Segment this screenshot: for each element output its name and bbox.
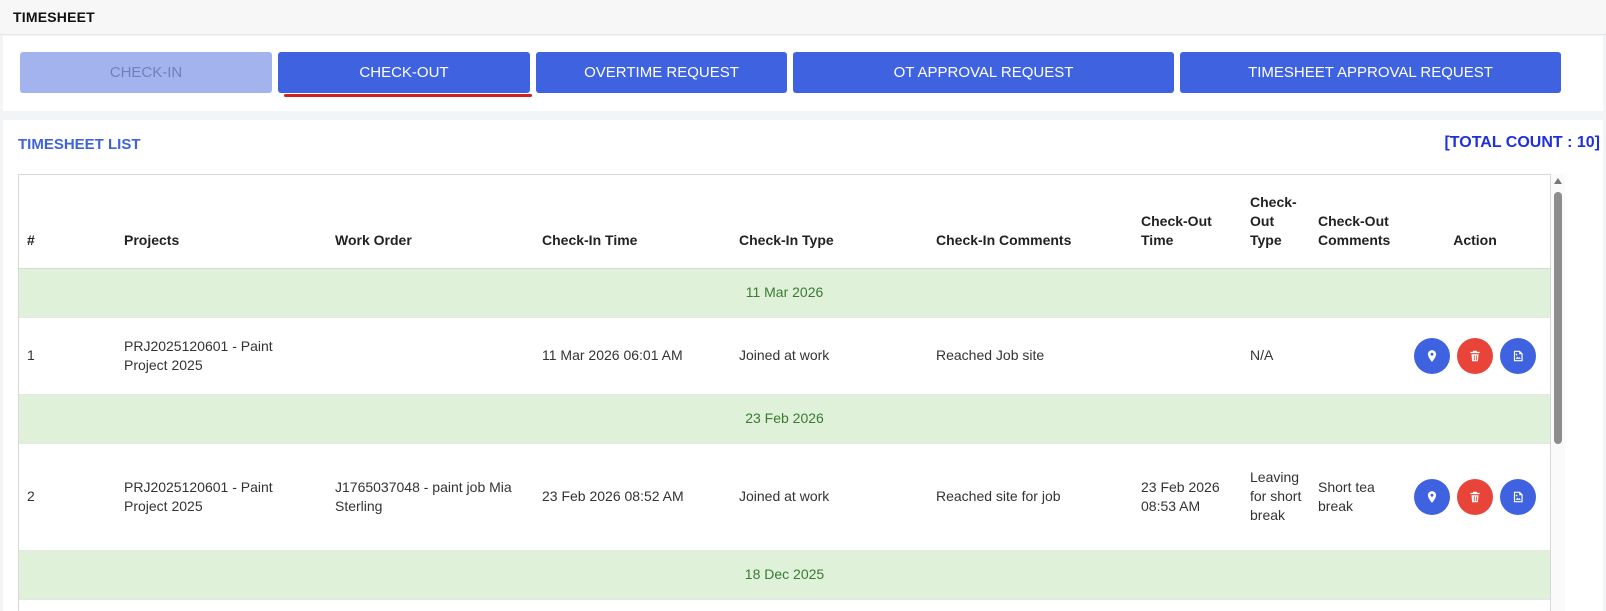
column-header-work-order: Work Order xyxy=(327,175,534,269)
column-header-action: Action xyxy=(1400,175,1550,269)
timesheet-table-container[interactable]: # Projects Work Order Check-In Time Chec… xyxy=(18,174,1551,611)
column-header-num: # xyxy=(19,175,116,269)
table-row[interactable]: 2 PRJ2025120601 - Paint Project 2025 J17… xyxy=(19,443,1550,551)
column-header-check-out-comments: Check-Out Comments xyxy=(1310,175,1400,269)
date-group-label: 11 Mar 2026 xyxy=(19,268,1550,318)
scroll-up-arrow-icon[interactable] xyxy=(1554,178,1562,184)
cell-project: PRJ2025120601 - Paint Project 2025 xyxy=(116,443,327,551)
page-header: TIMESHEET xyxy=(0,0,1606,35)
cell-num: 1 xyxy=(19,317,116,395)
delete-button[interactable] xyxy=(1457,337,1493,374)
timesheet-list-panel: TIMESHEET LIST [TOTAL COUNT : 10] # Proj… xyxy=(3,120,1603,611)
date-group-row: 11 Mar 2026 xyxy=(19,268,1550,318)
location-button[interactable] xyxy=(1414,337,1450,374)
cell-work-order xyxy=(327,317,534,395)
table-scrollbar[interactable] xyxy=(1551,174,1565,611)
image-button[interactable] xyxy=(1500,337,1536,374)
column-header-projects: Projects xyxy=(116,175,327,269)
action-button-panel: CHECK-IN CHECK-OUT OVERTIME REQUEST OT A… xyxy=(3,36,1603,111)
overtime-request-button[interactable]: OVERTIME REQUEST xyxy=(536,52,787,93)
column-header-check-in-comments: Check-In Comments xyxy=(928,175,1133,269)
cell-check-out-time xyxy=(1133,317,1242,395)
cell-check-out-type: N/A xyxy=(1242,317,1310,395)
column-header-check-out-time: Check-Out Time xyxy=(1133,175,1242,269)
total-count-badge: [TOTAL COUNT : 10] xyxy=(1444,134,1600,151)
cell-actions xyxy=(1400,317,1550,395)
location-button[interactable] xyxy=(1414,478,1450,515)
cell-actions xyxy=(1400,443,1550,551)
date-group-label: 18 Dec 2025 xyxy=(19,550,1550,600)
trash-icon xyxy=(1470,491,1480,502)
check-in-button[interactable]: CHECK-IN xyxy=(20,52,272,93)
column-header-check-in-time: Check-In Time xyxy=(534,175,731,269)
check-out-button[interactable]: CHECK-OUT xyxy=(278,52,530,93)
cell-check-in-time: 23 Feb 2026 08:52 AM xyxy=(534,443,731,551)
cell-num: 2 xyxy=(19,443,116,551)
column-header-check-out-type: Check-Out Type xyxy=(1242,175,1310,269)
map-pin-icon xyxy=(1427,490,1437,503)
cell-check-in-type: Joined at work xyxy=(731,317,928,395)
cell-check-in-comments: Reached site for job xyxy=(928,443,1133,551)
image-icon xyxy=(1513,350,1523,361)
table-header-row: # Projects Work Order Check-In Time Chec… xyxy=(19,175,1550,269)
image-button[interactable] xyxy=(1500,478,1536,515)
map-pin-icon xyxy=(1427,349,1437,362)
date-group-row: 23 Feb 2026 xyxy=(19,394,1550,444)
date-group-label: 23 Feb 2026 xyxy=(19,394,1550,444)
ot-approval-request-button[interactable]: OT APPROVAL REQUEST xyxy=(793,52,1174,93)
scroll-thumb[interactable] xyxy=(1554,192,1562,444)
timesheet-list-title: TIMESHEET LIST xyxy=(18,136,141,153)
page-title: TIMESHEET xyxy=(13,9,95,25)
cell-check-in-type: Joined at work xyxy=(731,443,928,551)
date-group-row: 18 Dec 2025 xyxy=(19,550,1550,600)
active-button-underline xyxy=(284,94,532,97)
cell-check-out-type: Leaving for short break xyxy=(1242,443,1310,551)
cell-check-in-time: 11 Mar 2026 06:01 AM xyxy=(534,317,731,395)
timesheet-approval-request-button[interactable]: TIMESHEET APPROVAL REQUEST xyxy=(1180,52,1561,93)
column-header-check-in-type: Check-In Type xyxy=(731,175,928,269)
cell-check-out-comments: Short tea break xyxy=(1310,443,1400,551)
trash-icon xyxy=(1470,350,1480,361)
delete-button[interactable] xyxy=(1457,478,1493,515)
cell-check-out-comments xyxy=(1310,317,1400,395)
cell-project: PRJ2025120601 - Paint Project 2025 xyxy=(116,317,327,395)
timesheet-table: # Projects Work Order Check-In Time Chec… xyxy=(19,175,1550,600)
table-row[interactable]: 1 PRJ2025120601 - Paint Project 2025 11 … xyxy=(19,317,1550,395)
cell-work-order: J1765037048 - paint job Mia Sterling xyxy=(327,443,534,551)
cell-check-out-time: 23 Feb 2026 08:53 AM xyxy=(1133,443,1242,551)
image-icon xyxy=(1513,491,1523,502)
cell-check-in-comments: Reached Job site xyxy=(928,317,1133,395)
